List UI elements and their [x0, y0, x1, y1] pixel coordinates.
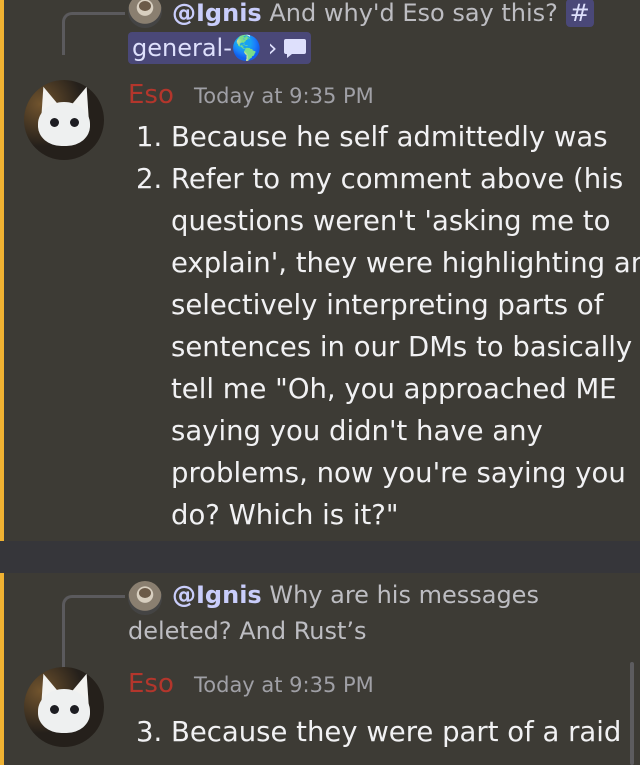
reply-mention[interactable]: @Ignis	[172, 581, 262, 609]
reply-avatar[interactable]	[128, 0, 162, 28]
message-content: Because he self admittedly was Refer to …	[128, 116, 640, 536]
chat-bubble-icon	[284, 39, 307, 58]
reply-connector	[62, 595, 125, 676]
message-block-2: @Ignis Why are his messages deleted? And…	[0, 573, 640, 765]
list-item: Refer to my comment above (his questions…	[171, 158, 640, 536]
list-item: Because he self admittedly was	[171, 116, 640, 158]
reply-text: And why'd Eso say this?	[269, 0, 558, 27]
reply-connector	[62, 12, 125, 55]
list-item: Because they were part of a raid	[171, 711, 640, 753]
reply-preview[interactable]: @Ignis And why'd Eso say this? #	[172, 0, 632, 32]
message-content: Because they were part of a raid	[128, 711, 640, 753]
avatar[interactable]	[24, 80, 104, 160]
timestamp: Today at 9:35 PM	[194, 673, 374, 697]
reply-preview[interactable]: @Ignis Why are his messages deleted? And…	[128, 577, 548, 649]
author-name[interactable]: Eso	[128, 80, 174, 110]
chevron-right-icon: ›	[267, 34, 278, 62]
avatar[interactable]	[24, 667, 104, 747]
channel-name: general-🌎	[132, 34, 262, 62]
channel-mention[interactable]: general-🌎 ›	[128, 32, 312, 64]
message-block-1: @Ignis And why'd Eso say this? # general…	[0, 0, 640, 541]
reply-mention[interactable]: @Ignis	[172, 0, 262, 27]
timestamp: Today at 9:35 PM	[194, 84, 374, 108]
author-name[interactable]: Eso	[128, 669, 174, 699]
scrollbar[interactable]	[630, 662, 634, 765]
channel-hash-icon: #	[565, 0, 594, 27]
